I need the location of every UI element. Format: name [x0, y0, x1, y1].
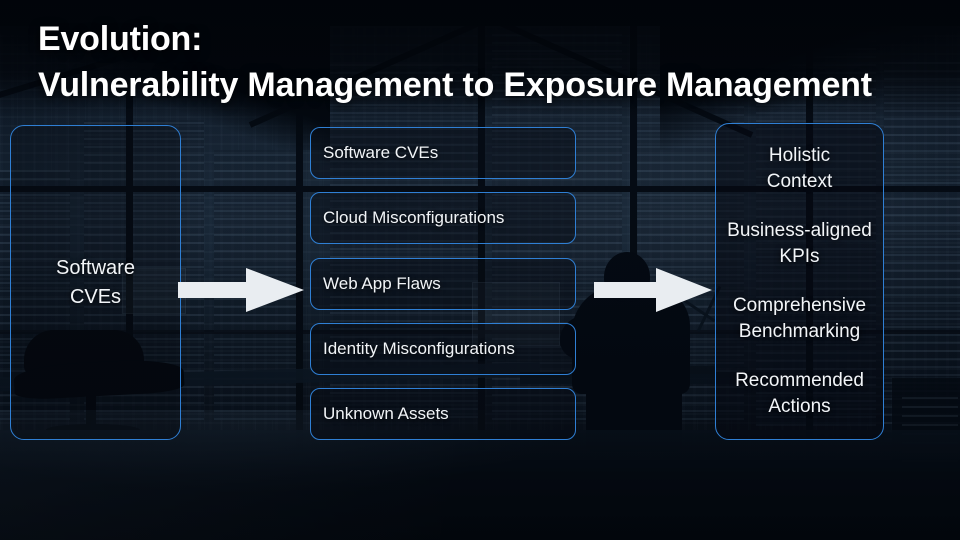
right-panel-item-business-aligned-kpis: Business-aligned KPIs [727, 220, 872, 268]
page-title: Evolution: Vulnerability Management to E… [38, 20, 872, 104]
slide-content: Evolution: Vulnerability Management to E… [0, 0, 960, 540]
middle-column-exposure-list: Software CVEs Cloud Misconfigurations We… [310, 127, 576, 440]
right-panel-item-holistic-context: Holistic Context [766, 145, 833, 193]
middle-item-label: Software CVEs [323, 143, 439, 162]
middle-item-identity-misconfigurations[interactable]: Identity Misconfigurations [310, 322, 576, 375]
middle-item-web-app-flaws[interactable]: Web App Flaws [310, 257, 576, 310]
right-panel-item-recommended-actions: Recommended Actions [735, 369, 864, 417]
right-panel-item-comprehensive-benchmarking: Comprehensive Benchmarking [732, 294, 867, 342]
arrow-right-icon [594, 268, 712, 312]
arrow-left-to-middle [178, 266, 304, 314]
middle-item-label: Web App Flaws [323, 273, 441, 293]
left-panel-current-state[interactable]: Software CVEs [10, 125, 181, 440]
left-panel-label: Software CVEs [56, 256, 135, 308]
middle-item-label: Cloud Misconfigurations [323, 208, 505, 228]
arrow-middle-to-right [594, 266, 712, 314]
middle-item-cloud-misconfigurations[interactable]: Cloud Misconfigurations [310, 192, 576, 245]
middle-item-unknown-assets[interactable]: Unknown Assets [310, 388, 576, 440]
arrow-right-icon [178, 268, 304, 312]
middle-item-label: Identity Misconfigurations [323, 338, 515, 358]
middle-item-software-cves[interactable]: Software CVEs [310, 127, 576, 179]
slide-canvas: Evolution: Vulnerability Management to E… [0, 0, 960, 540]
middle-item-label: Unknown Assets [323, 404, 449, 423]
right-panel-target-state[interactable]: Holistic Context Business-aligned KPIs C… [715, 123, 884, 440]
